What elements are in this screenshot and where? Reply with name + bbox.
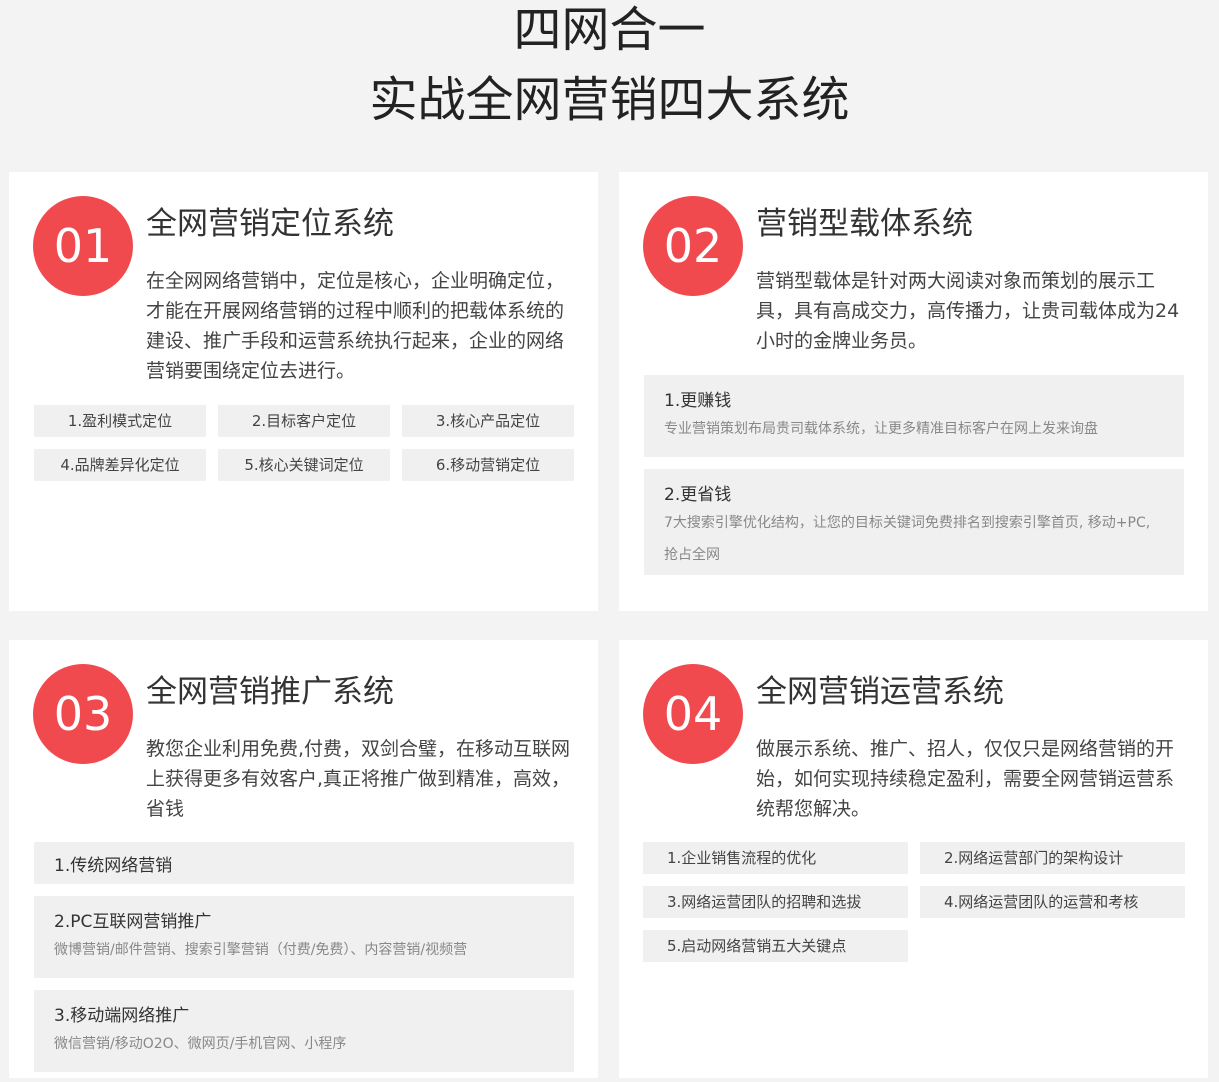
- card-title: 营销型载体系统: [756, 206, 973, 242]
- card-description: 营销型载体是针对两大阅读对象而策划的展示工具，具有高成交力，高传播力，让贵司载体…: [756, 270, 1180, 352]
- chip-item[interactable]: 4.网络运营团队的运营和考核: [920, 886, 1185, 918]
- card-description: 在全网网络营销中，定位是核心，企业明确定位，才能在开展网络营销的过程中顺利的把载…: [146, 270, 565, 382]
- benefit-description: 7大搜索引擎优化结构，让您的目标关键词免费排名到搜索引擎首页, 移动+PC,抢占…: [664, 515, 1151, 563]
- card-promotion-system: 03 全网营销推广系统 教您企业利用免费,付费，双剑合璧，在移动互联网上获得更多…: [9, 640, 598, 1078]
- promotion-box[interactable]: 1.传统网络营销: [34, 842, 574, 884]
- benefit-box[interactable]: 1.更赚钱 专业营销策划布局贵司载体系统，让更多精准目标客户在网上发来询盘: [644, 375, 1184, 457]
- card-positioning-system: 01 全网营销定位系统 在全网网络营销中，定位是核心，企业明确定位，才能在开展网…: [9, 172, 598, 611]
- number-badge: 04: [643, 664, 743, 764]
- page-subtitle: 实战全网营销四大系统: [369, 72, 850, 128]
- card-title: 全网营销定位系统: [146, 206, 394, 242]
- benefit-description: 专业营销策划布局贵司载体系统，让更多精准目标客户在网上发来询盘: [664, 421, 1098, 437]
- chip-item[interactable]: 5.启动网络营销五大关键点: [643, 930, 908, 962]
- chip-item[interactable]: 2.目标客户定位: [218, 405, 390, 437]
- promotion-title: 3.移动端网络推广: [54, 1006, 190, 1026]
- number-badge: 02: [643, 196, 743, 296]
- card-operation-system: 04 全网营销运营系统 做展示系统、推广、招人，仅仅只是网络营销的开始，如何实现…: [619, 640, 1208, 1078]
- chip-item[interactable]: 2.网络运营部门的架构设计: [920, 842, 1185, 874]
- number-badge: 01: [33, 196, 133, 296]
- card-description: 做展示系统、推广、招人，仅仅只是网络营销的开始，如何实现持续稳定盈利，需要全网营…: [756, 738, 1175, 820]
- chip-item[interactable]: 1.盈利模式定位: [34, 405, 206, 437]
- benefit-title: 2.更省钱: [664, 485, 732, 505]
- promotion-description: 微博营销/邮件营销、搜索引擎营销（付费/免费）、内容营销/视频营: [54, 942, 468, 958]
- chip-item[interactable]: 1.企业销售流程的优化: [643, 842, 908, 874]
- promotion-box[interactable]: 2.PC互联网营销推广 微博营销/邮件营销、搜索引擎营销（付费/免费）、内容营销…: [34, 896, 574, 978]
- card-carrier-system: 02 营销型载体系统 营销型载体是针对两大阅读对象而策划的展示工具，具有高成交力…: [619, 172, 1208, 611]
- card-title: 全网营销推广系统: [146, 674, 394, 710]
- chip-item[interactable]: 3.网络运营团队的招聘和选拔: [643, 886, 908, 918]
- chip-item[interactable]: 6.移动营销定位: [402, 449, 574, 481]
- card-description: 教您企业利用免费,付费，双剑合璧，在移动互联网上获得更多有效客户,真正将推广做到…: [146, 738, 571, 820]
- promotion-title: 2.PC互联网营销推广: [54, 912, 212, 932]
- benefit-box[interactable]: 2.更省钱 7大搜索引擎优化结构，让您的目标关键词免费排名到搜索引擎首页, 移动…: [644, 469, 1184, 575]
- chip-item[interactable]: 3.核心产品定位: [402, 405, 574, 437]
- benefit-title: 1.更赚钱: [664, 391, 732, 411]
- promotion-title: 1.传统网络营销: [54, 856, 173, 876]
- chip-item[interactable]: 4.品牌差异化定位: [34, 449, 206, 481]
- promotion-description: 微信营销/移动O2O、微网页/手机官网、小程序: [54, 1036, 347, 1052]
- page-title: 四网合一: [513, 2, 706, 58]
- card-title: 全网营销运营系统: [756, 674, 1004, 710]
- promotion-box[interactable]: 3.移动端网络推广 微信营销/移动O2O、微网页/手机官网、小程序: [34, 990, 574, 1072]
- number-badge: 03: [33, 664, 133, 764]
- chip-item[interactable]: 5.核心关键词定位: [218, 449, 390, 481]
